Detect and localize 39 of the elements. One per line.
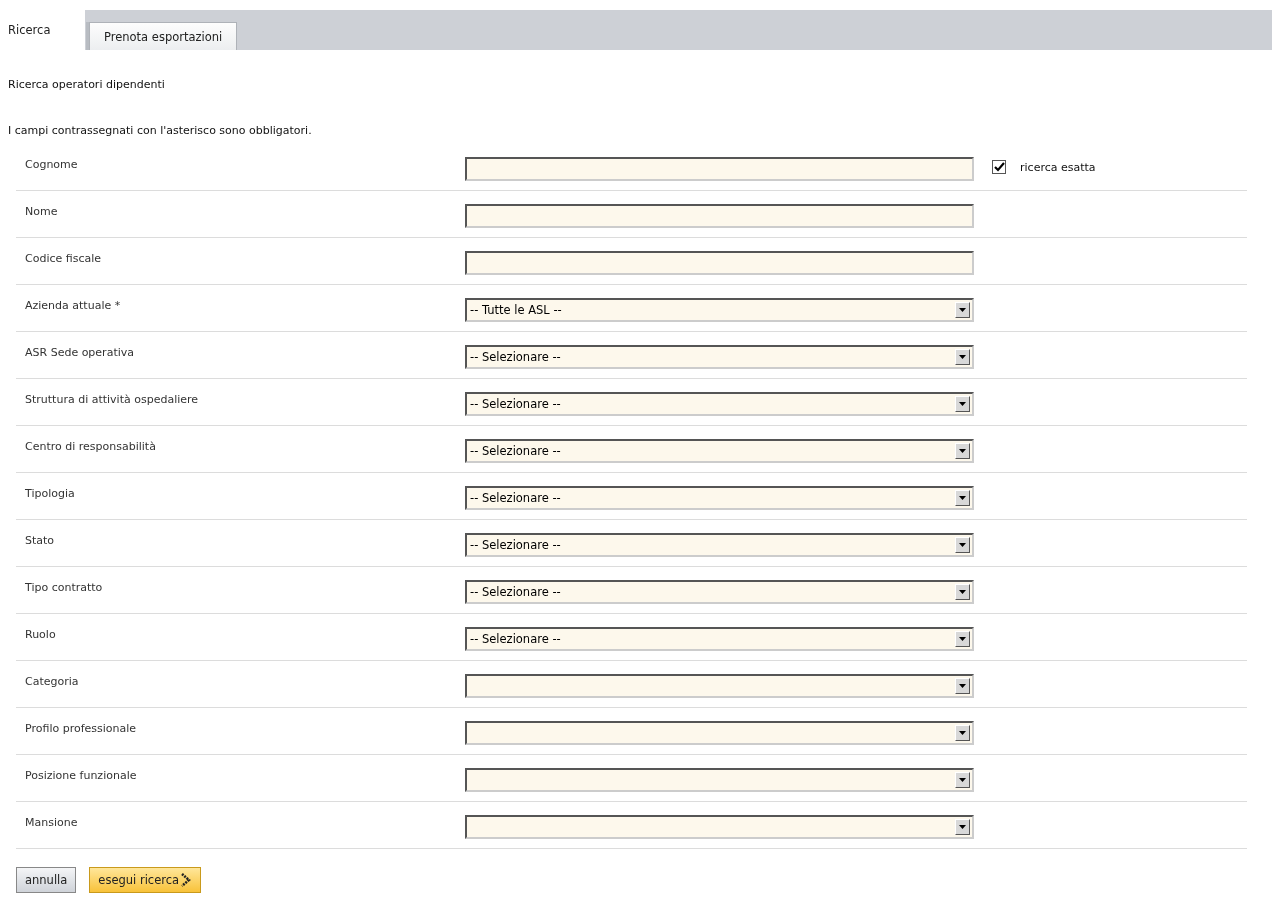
field-label: ASR Sede operativa — [24, 345, 135, 359]
dropdown-field[interactable]: -- Selezionare -- — [465, 533, 974, 557]
dropdown-field[interactable]: -- Selezionare -- — [465, 345, 974, 369]
field-label: Ruolo — [24, 627, 57, 641]
text-field[interactable] — [465, 204, 974, 228]
field-label: Posizione funzionale — [24, 768, 138, 782]
field-label: Tipo contratto — [24, 580, 104, 594]
field-label: Tipologia — [24, 486, 76, 500]
dropdown-field[interactable] — [465, 768, 974, 792]
search-button[interactable]: esegui ricerca — [89, 867, 202, 893]
field-label: Azienda attuale * — [24, 298, 122, 312]
dropdown-field[interactable]: -- Selezionare -- — [465, 580, 974, 604]
field-label: Profilo professionale — [24, 721, 138, 735]
field-label: Mansione — [24, 815, 79, 829]
dropdown-field[interactable]: -- Selezionare -- — [465, 627, 974, 651]
dropdown-field[interactable]: -- Selezionare -- — [465, 439, 974, 463]
field-label: Stato — [24, 533, 56, 547]
tab[interactable]: Ricerca — [0, 10, 85, 50]
chevron-icon — [180, 872, 193, 888]
checkbox[interactable] — [992, 160, 1006, 174]
field-label: Categoria — [24, 674, 80, 688]
page-title: Ricerca operatori dipendenti — [7, 77, 166, 93]
dropdown-field[interactable] — [465, 721, 974, 745]
tab[interactable]: Prenota esportazioni — [89, 22, 238, 50]
field-label: Struttura di attività ospedaliere — [24, 392, 200, 406]
text-field[interactable] — [465, 157, 974, 181]
checkbox-label: ricerca esatta — [1020, 160, 1096, 174]
field-label: Codice fiscale — [24, 251, 103, 265]
text-field[interactable] — [465, 251, 974, 275]
dropdown-field[interactable]: -- Selezionare -- — [465, 486, 974, 510]
field-label: Cognome — [24, 157, 79, 171]
field-label: Centro di responsabilità — [24, 439, 157, 453]
field-label: Nome — [24, 204, 59, 218]
dropdown-field[interactable] — [465, 674, 974, 698]
dropdown-field[interactable]: -- Selezionare -- — [465, 392, 974, 416]
dropdown-field[interactable] — [465, 815, 974, 839]
required-fields-note: I campi contrassegnati con l'asterisco sono obbligatori. — [7, 123, 313, 134]
dropdown-field[interactable]: -- Tutte le ASL -- — [465, 298, 974, 322]
cancel-button[interactable]: annulla — [16, 867, 77, 893]
